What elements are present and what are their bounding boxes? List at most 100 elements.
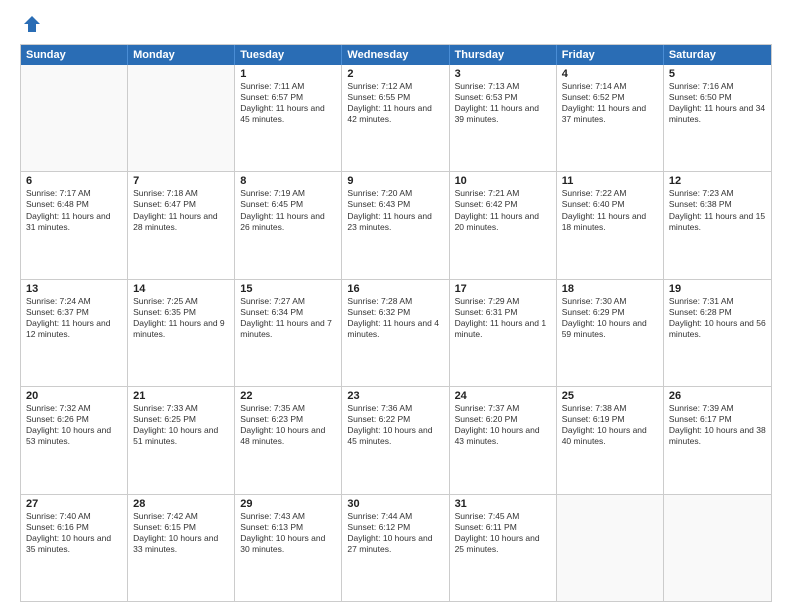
cell-info: Sunrise: 7:40 AM Sunset: 6:16 PM Dayligh… [26,511,122,555]
calendar-cell-3-6: 26Sunrise: 7:39 AM Sunset: 6:17 PM Dayli… [664,387,771,493]
day-number: 25 [562,390,658,402]
cell-info: Sunrise: 7:21 AM Sunset: 6:42 PM Dayligh… [455,188,551,232]
calendar-cell-2-3: 16Sunrise: 7:28 AM Sunset: 6:32 PM Dayli… [342,280,449,386]
cell-info: Sunrise: 7:24 AM Sunset: 6:37 PM Dayligh… [26,296,122,340]
cell-info: Sunrise: 7:42 AM Sunset: 6:15 PM Dayligh… [133,511,229,555]
cell-info: Sunrise: 7:23 AM Sunset: 6:38 PM Dayligh… [669,188,766,232]
day-number: 27 [26,498,122,510]
calendar-cell-2-5: 18Sunrise: 7:30 AM Sunset: 6:29 PM Dayli… [557,280,664,386]
calendar-cell-0-5: 4Sunrise: 7:14 AM Sunset: 6:52 PM Daylig… [557,65,664,171]
calendar-cell-4-3: 30Sunrise: 7:44 AM Sunset: 6:12 PM Dayli… [342,495,449,601]
day-number: 18 [562,283,658,295]
calendar-row-4: 27Sunrise: 7:40 AM Sunset: 6:16 PM Dayli… [21,495,771,601]
day-number: 23 [347,390,443,402]
day-number: 20 [26,390,122,402]
header-cell-monday: Monday [128,45,235,65]
day-number: 31 [455,498,551,510]
calendar-cell-4-1: 28Sunrise: 7:42 AM Sunset: 6:15 PM Dayli… [128,495,235,601]
calendar-cell-3-1: 21Sunrise: 7:33 AM Sunset: 6:25 PM Dayli… [128,387,235,493]
cell-info: Sunrise: 7:17 AM Sunset: 6:48 PM Dayligh… [26,188,122,232]
cell-info: Sunrise: 7:37 AM Sunset: 6:20 PM Dayligh… [455,403,551,447]
day-number: 19 [669,283,766,295]
calendar-cell-1-2: 8Sunrise: 7:19 AM Sunset: 6:45 PM Daylig… [235,172,342,278]
day-number: 30 [347,498,443,510]
calendar-cell-1-1: 7Sunrise: 7:18 AM Sunset: 6:47 PM Daylig… [128,172,235,278]
day-number: 26 [669,390,766,402]
cell-info: Sunrise: 7:16 AM Sunset: 6:50 PM Dayligh… [669,81,766,125]
calendar-cell-0-6: 5Sunrise: 7:16 AM Sunset: 6:50 PM Daylig… [664,65,771,171]
calendar-body: 1Sunrise: 7:11 AM Sunset: 6:57 PM Daylig… [21,65,771,601]
header-cell-tuesday: Tuesday [235,45,342,65]
calendar-cell-3-5: 25Sunrise: 7:38 AM Sunset: 6:19 PM Dayli… [557,387,664,493]
day-number: 10 [455,175,551,187]
calendar: SundayMondayTuesdayWednesdayThursdayFrid… [20,44,772,602]
header-cell-thursday: Thursday [450,45,557,65]
cell-info: Sunrise: 7:12 AM Sunset: 6:55 PM Dayligh… [347,81,443,125]
calendar-row-2: 13Sunrise: 7:24 AM Sunset: 6:37 PM Dayli… [21,280,771,387]
day-number: 13 [26,283,122,295]
day-number: 6 [26,175,122,187]
calendar-cell-2-0: 13Sunrise: 7:24 AM Sunset: 6:37 PM Dayli… [21,280,128,386]
calendar-cell-4-4: 31Sunrise: 7:45 AM Sunset: 6:11 PM Dayli… [450,495,557,601]
calendar-cell-2-1: 14Sunrise: 7:25 AM Sunset: 6:35 PM Dayli… [128,280,235,386]
cell-info: Sunrise: 7:20 AM Sunset: 6:43 PM Dayligh… [347,188,443,232]
calendar-cell-3-2: 22Sunrise: 7:35 AM Sunset: 6:23 PM Dayli… [235,387,342,493]
calendar-cell-4-5 [557,495,664,601]
day-number: 5 [669,68,766,80]
calendar-cell-3-4: 24Sunrise: 7:37 AM Sunset: 6:20 PM Dayli… [450,387,557,493]
cell-info: Sunrise: 7:43 AM Sunset: 6:13 PM Dayligh… [240,511,336,555]
day-number: 4 [562,68,658,80]
day-number: 24 [455,390,551,402]
day-number: 1 [240,68,336,80]
cell-info: Sunrise: 7:19 AM Sunset: 6:45 PM Dayligh… [240,188,336,232]
cell-info: Sunrise: 7:18 AM Sunset: 6:47 PM Dayligh… [133,188,229,232]
calendar-cell-1-3: 9Sunrise: 7:20 AM Sunset: 6:43 PM Daylig… [342,172,449,278]
cell-info: Sunrise: 7:25 AM Sunset: 6:35 PM Dayligh… [133,296,229,340]
cell-info: Sunrise: 7:14 AM Sunset: 6:52 PM Dayligh… [562,81,658,125]
header-cell-friday: Friday [557,45,664,65]
page: SundayMondayTuesdayWednesdayThursdayFrid… [0,0,792,612]
day-number: 29 [240,498,336,510]
header-cell-wednesday: Wednesday [342,45,449,65]
cell-info: Sunrise: 7:30 AM Sunset: 6:29 PM Dayligh… [562,296,658,340]
cell-info: Sunrise: 7:11 AM Sunset: 6:57 PM Dayligh… [240,81,336,125]
cell-info: Sunrise: 7:22 AM Sunset: 6:40 PM Dayligh… [562,188,658,232]
calendar-cell-0-4: 3Sunrise: 7:13 AM Sunset: 6:53 PM Daylig… [450,65,557,171]
cell-info: Sunrise: 7:32 AM Sunset: 6:26 PM Dayligh… [26,403,122,447]
day-number: 8 [240,175,336,187]
cell-info: Sunrise: 7:28 AM Sunset: 6:32 PM Dayligh… [347,296,443,340]
calendar-row-3: 20Sunrise: 7:32 AM Sunset: 6:26 PM Dayli… [21,387,771,494]
cell-info: Sunrise: 7:13 AM Sunset: 6:53 PM Dayligh… [455,81,551,125]
day-number: 22 [240,390,336,402]
calendar-cell-1-5: 11Sunrise: 7:22 AM Sunset: 6:40 PM Dayli… [557,172,664,278]
calendar-cell-0-2: 1Sunrise: 7:11 AM Sunset: 6:57 PM Daylig… [235,65,342,171]
header [20,16,772,34]
calendar-cell-1-6: 12Sunrise: 7:23 AM Sunset: 6:38 PM Dayli… [664,172,771,278]
cell-info: Sunrise: 7:36 AM Sunset: 6:22 PM Dayligh… [347,403,443,447]
calendar-cell-2-6: 19Sunrise: 7:31 AM Sunset: 6:28 PM Dayli… [664,280,771,386]
logo-icon [22,14,42,34]
cell-info: Sunrise: 7:38 AM Sunset: 6:19 PM Dayligh… [562,403,658,447]
day-number: 14 [133,283,229,295]
calendar-cell-1-0: 6Sunrise: 7:17 AM Sunset: 6:48 PM Daylig… [21,172,128,278]
calendar-header: SundayMondayTuesdayWednesdayThursdayFrid… [21,45,771,65]
calendar-cell-0-0 [21,65,128,171]
calendar-row-0: 1Sunrise: 7:11 AM Sunset: 6:57 PM Daylig… [21,65,771,172]
cell-info: Sunrise: 7:44 AM Sunset: 6:12 PM Dayligh… [347,511,443,555]
calendar-cell-0-3: 2Sunrise: 7:12 AM Sunset: 6:55 PM Daylig… [342,65,449,171]
day-number: 12 [669,175,766,187]
day-number: 7 [133,175,229,187]
day-number: 28 [133,498,229,510]
cell-info: Sunrise: 7:27 AM Sunset: 6:34 PM Dayligh… [240,296,336,340]
calendar-cell-3-3: 23Sunrise: 7:36 AM Sunset: 6:22 PM Dayli… [342,387,449,493]
logo [20,16,42,34]
cell-info: Sunrise: 7:35 AM Sunset: 6:23 PM Dayligh… [240,403,336,447]
cell-info: Sunrise: 7:31 AM Sunset: 6:28 PM Dayligh… [669,296,766,340]
day-number: 11 [562,175,658,187]
day-number: 16 [347,283,443,295]
calendar-cell-4-0: 27Sunrise: 7:40 AM Sunset: 6:16 PM Dayli… [21,495,128,601]
calendar-cell-1-4: 10Sunrise: 7:21 AM Sunset: 6:42 PM Dayli… [450,172,557,278]
day-number: 3 [455,68,551,80]
calendar-cell-2-2: 15Sunrise: 7:27 AM Sunset: 6:34 PM Dayli… [235,280,342,386]
cell-info: Sunrise: 7:39 AM Sunset: 6:17 PM Dayligh… [669,403,766,447]
